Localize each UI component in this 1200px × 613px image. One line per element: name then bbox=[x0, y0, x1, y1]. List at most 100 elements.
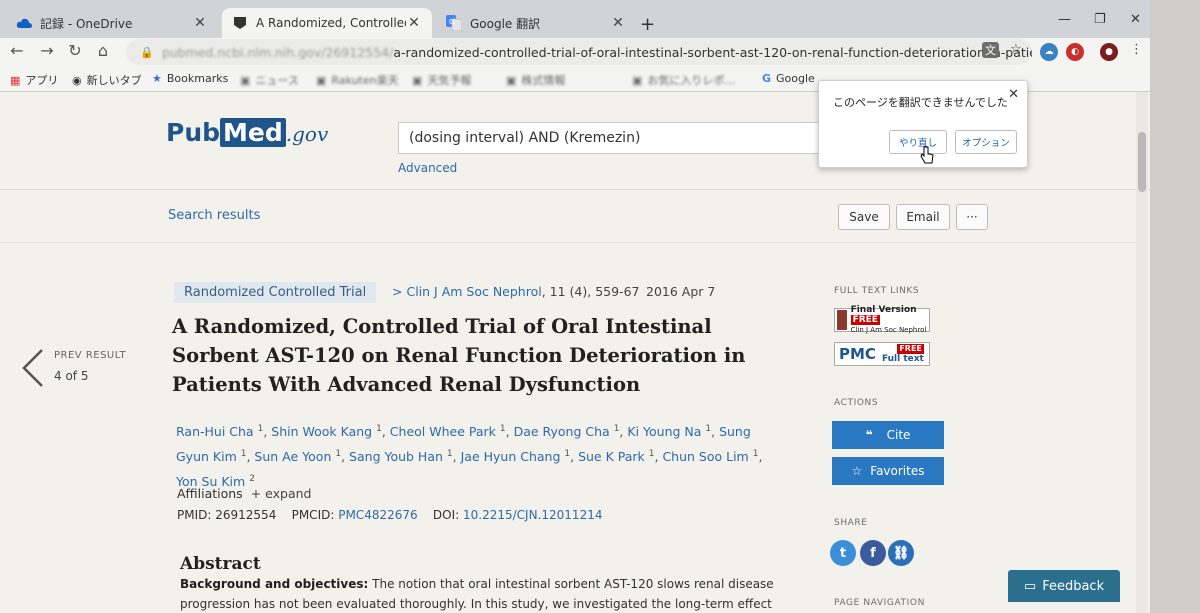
logo-pub: Pub bbox=[166, 118, 221, 147]
tab-strip: 記録 - OneDrive ✕ A Randomized, Controlled… bbox=[0, 0, 1200, 38]
bookmark-reports[interactable]: ▣ お気に入りレポ... bbox=[632, 72, 735, 88]
result-count: 4 of 5 bbox=[54, 369, 89, 383]
svg-text:G: G bbox=[449, 18, 454, 26]
tab-google-translate[interactable]: G Google 翻訳 ✕ bbox=[436, 8, 636, 38]
favorites-label: Favorites bbox=[870, 464, 925, 478]
quote-icon: ❝ bbox=[865, 428, 873, 442]
search-results-link[interactable]: Search results bbox=[168, 208, 260, 223]
bookmark-label: Bookmarks bbox=[166, 72, 229, 85]
permalink-icon[interactable]: ⛓ bbox=[888, 540, 914, 566]
twitter-icon[interactable]: t bbox=[830, 540, 856, 566]
bookmark-new-tab[interactable]: ◉ 新しいタブ bbox=[72, 72, 142, 88]
translate-error-message: このページを翻訳できませんでした bbox=[833, 96, 1008, 109]
bookmark-rakuten[interactable]: ▣ Rakuten楽天 bbox=[316, 72, 399, 88]
forward-arrow-icon[interactable]: → bbox=[36, 41, 58, 60]
cite-button[interactable]: ❝ Cite bbox=[832, 421, 944, 449]
final-version-label: Final Version bbox=[850, 305, 917, 315]
favorites-button[interactable]: ☆ Favorites bbox=[832, 457, 944, 485]
star-outline-icon: ☆ bbox=[851, 464, 863, 478]
final-version-text: Final Version FREE Clin J Am Soc Nephrol bbox=[850, 305, 929, 335]
close-icon[interactable]: ✕ bbox=[192, 15, 208, 31]
bookmark-bookmarks[interactable]: ★ Bookmarks bbox=[152, 72, 228, 85]
page-scrollbar[interactable] bbox=[1136, 92, 1148, 613]
close-icon[interactable]: ✕ bbox=[610, 15, 626, 31]
close-icon[interactable]: ✕ bbox=[1008, 87, 1019, 102]
author-separator: , bbox=[505, 424, 514, 440]
minimize-icon[interactable]: — bbox=[1058, 12, 1071, 27]
journal-citation[interactable]: > Clin J Am Soc Nephrol, 11 (4), 559-67 bbox=[392, 284, 639, 299]
prev-result-label[interactable]: PREV RESULT bbox=[54, 350, 126, 361]
folder-icon: ▣ bbox=[316, 73, 327, 87]
bookmark-label: Rakuten楽天 bbox=[331, 74, 399, 87]
affiliations-row: Affiliations + expand bbox=[177, 486, 311, 501]
expand-affiliations-button[interactable]: + expand bbox=[251, 486, 312, 501]
search-input[interactable]: (dosing interval) AND (Kremezin) bbox=[398, 122, 828, 154]
author-link[interactable]: Shin Wook Kang bbox=[271, 424, 372, 439]
bookmark-star-icon[interactable]: ☆ bbox=[1010, 42, 1022, 57]
pmid-value: 26912554 bbox=[215, 508, 277, 522]
tab-title: A Randomized, Controlled Trial o bbox=[256, 16, 406, 30]
logo-gov: .gov bbox=[285, 122, 329, 146]
pmcid-link[interactable]: PMC4822676 bbox=[338, 508, 417, 522]
bookmark-label: Google bbox=[776, 72, 815, 85]
folder-icon: ▣ bbox=[412, 73, 423, 87]
actions-label: ACTIONS bbox=[834, 398, 879, 408]
retry-button[interactable]: やり直し bbox=[889, 130, 947, 154]
bookmark-stocks[interactable]: ▣ 株式情報 bbox=[506, 72, 565, 88]
google-icon: G bbox=[762, 72, 772, 85]
bookmark-weather[interactable]: ▣ 天気予報 bbox=[412, 72, 471, 88]
author-link[interactable]: Sue K Park bbox=[578, 449, 645, 464]
scrollbar-thumb[interactable] bbox=[1138, 132, 1146, 192]
article-identifiers: PMID: 26912554 PMCID: PMC4822676 DOI: 10… bbox=[177, 508, 602, 522]
bookmark-google[interactable]: G Google bbox=[762, 72, 815, 85]
author-link[interactable]: Chun Soo Lim bbox=[662, 449, 748, 464]
final-version-link[interactable]: Final Version FREE Clin J Am Soc Nephrol bbox=[834, 305, 930, 335]
author-link[interactable]: Cheol Whee Park bbox=[390, 424, 496, 439]
options-button[interactable]: オプション bbox=[955, 130, 1017, 154]
bookmark-news[interactable]: ▣ ニュース bbox=[240, 72, 299, 88]
author-separator: , bbox=[711, 424, 720, 440]
email-button[interactable]: Email bbox=[896, 204, 950, 230]
address-bar[interactable]: 🔒 pubmed.ncbi.nlm.nih.gov/26912554/a-ran… bbox=[126, 39, 1032, 65]
bookmark-label: お気に入りレポ... bbox=[647, 74, 735, 87]
journal-name[interactable]: Clin J Am Soc Nephrol bbox=[406, 284, 541, 299]
author-link[interactable]: Jae Hyun Chang bbox=[461, 449, 561, 464]
author-link[interactable]: Ran-Hui Cha bbox=[176, 424, 254, 439]
save-button[interactable]: Save bbox=[838, 204, 890, 230]
extension-icon[interactable]: ◐ bbox=[1066, 43, 1084, 61]
affiliation-number[interactable]: 2 bbox=[249, 474, 255, 484]
full-text-label: Full text bbox=[881, 354, 924, 364]
feedback-button[interactable]: ▭ Feedback bbox=[1008, 570, 1120, 602]
chevron-left-icon[interactable] bbox=[20, 348, 46, 388]
author-link[interactable]: Sang Youb Han bbox=[349, 449, 443, 464]
onedrive-extension-icon[interactable]: ☁ bbox=[1040, 43, 1058, 61]
monitor-bezel bbox=[1150, 0, 1200, 613]
bookmark-apps[interactable]: ▦ アプリ bbox=[10, 72, 58, 88]
advanced-search-link[interactable]: Advanced bbox=[398, 161, 457, 175]
restore-icon[interactable]: ❐ bbox=[1094, 12, 1106, 27]
pmc-full-text-link[interactable]: PMC FREE Full text bbox=[834, 342, 930, 366]
tab-onedrive[interactable]: 記録 - OneDrive ✕ bbox=[6, 8, 218, 38]
reload-icon[interactable]: ↻ bbox=[64, 41, 86, 60]
doi-link[interactable]: 10.2215/CJN.12011214 bbox=[463, 508, 602, 522]
more-options-button[interactable]: ··· bbox=[956, 204, 988, 230]
pubmed-logo[interactable]: Pub Med .gov bbox=[166, 118, 328, 147]
facebook-icon[interactable]: f bbox=[860, 540, 886, 566]
journal-volume: , 11 (4), 559-67 bbox=[541, 284, 640, 299]
author-separator: , bbox=[452, 449, 461, 465]
author-link[interactable]: Dae Ryong Cha bbox=[514, 424, 610, 439]
translate-icon[interactable]: 文 bbox=[982, 42, 999, 58]
back-arrow-icon[interactable]: ← bbox=[6, 41, 28, 60]
menu-kebab-icon[interactable]: ⋮ bbox=[1130, 42, 1143, 57]
profile-avatar[interactable]: ● bbox=[1100, 43, 1118, 61]
tab-pubmed-article[interactable]: A Randomized, Controlled Trial o ✕ bbox=[222, 8, 432, 38]
new-tab-icon[interactable]: + bbox=[640, 14, 655, 35]
author-link[interactable]: Sun Ae Yoon bbox=[254, 449, 331, 464]
author-link[interactable]: Ki Young Na bbox=[627, 424, 701, 439]
divider bbox=[0, 189, 1200, 190]
url-host: pubmed.ncbi.nlm.nih.gov/26912554/ bbox=[161, 44, 394, 60]
close-icon[interactable]: ✕ bbox=[406, 15, 422, 31]
home-icon[interactable]: ⌂ bbox=[92, 41, 114, 60]
window-close-icon[interactable]: ✕ bbox=[1130, 12, 1141, 27]
bookmark-label: アプリ bbox=[25, 74, 59, 87]
